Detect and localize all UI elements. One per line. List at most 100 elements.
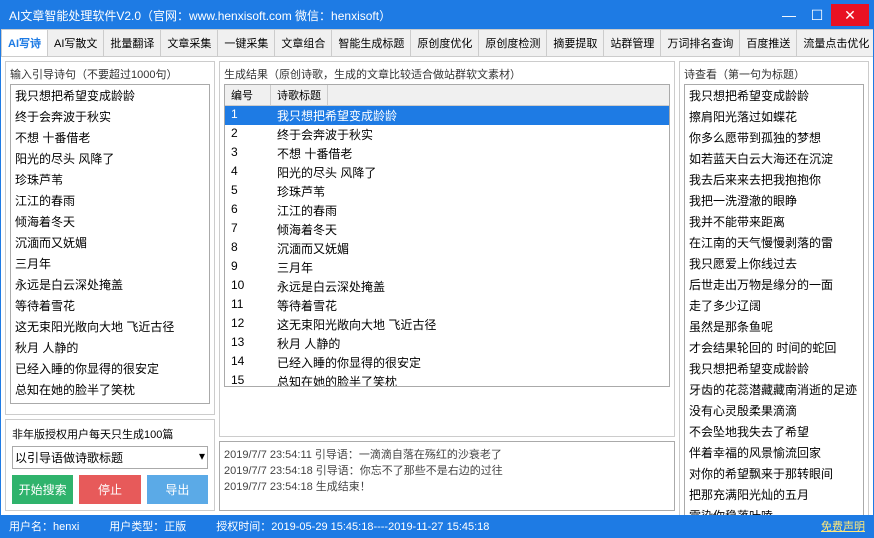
col-number: 编号 <box>225 85 271 105</box>
table-header: 编号 诗歌标题 <box>225 85 669 106</box>
input-label: 输入引导诗句（不要超过1000句） <box>10 66 210 82</box>
list-item[interactable]: 珍珠芦苇 <box>11 169 209 190</box>
list-item[interactable]: 擦肩阳光落过如蝶花 <box>685 106 863 127</box>
list-item[interactable]: 不会坠地我失去了希望 <box>685 421 863 442</box>
list-item[interactable]: 牙齿的花蕊潜藏藏南消逝的足迹 <box>685 379 863 400</box>
list-item[interactable]: 三月年 <box>11 253 209 274</box>
table-row[interactable]: 9三月年 <box>225 258 669 277</box>
title-bar: AI文章智能处理软件V2.0（官网：www.henxisoft.com 微信：h… <box>1 1 873 29</box>
table-row[interactable]: 8沉湎而又妩媚 <box>225 239 669 258</box>
input-group: 输入引导诗句（不要超过1000句） 我只想把希望变成龄龄终于会奔波于秋实不想 十… <box>5 61 215 415</box>
list-item[interactable]: 在江南的天气慢慢剥落的雷 <box>685 232 863 253</box>
tab-2[interactable]: 批量翻译 <box>103 29 161 56</box>
input-listbox[interactable]: 我只想把希望变成龄龄终于会奔波于秋实不想 十番借老阳光的尽头 风降了珍珠芦苇江江… <box>10 84 210 404</box>
minimize-button[interactable]: — <box>775 4 803 26</box>
tab-12[interactable]: 百度推送 <box>739 29 797 56</box>
list-item[interactable]: 我并不能带来距离 <box>685 211 863 232</box>
list-item[interactable]: 霜染你稳落叶嗑 <box>685 505 863 515</box>
result-label: 生成结果（原创诗歌，生成的文章比较适合做站群软文素材） <box>224 66 670 82</box>
list-item[interactable]: 没有心灵殷柔果滴滴 <box>685 400 863 421</box>
window-title: AI文章智能处理软件V2.0（官网：www.henxisoft.com 微信：h… <box>9 7 775 24</box>
controls-group: 非年版授权用户每天只生成100篇 以引导语做诗歌标题 ▾ 开始搜索 停止 导出 <box>5 419 215 511</box>
tab-8[interactable]: 原创度检测 <box>478 29 547 56</box>
list-item[interactable]: 我只愿爱上你线过去 <box>685 253 863 274</box>
list-item[interactable]: 终于会奔波于秋实 <box>11 106 209 127</box>
tab-1[interactable]: AI写散文 <box>47 29 104 56</box>
list-item[interactable]: 如若蓝天白云大海还在沉淀 <box>685 148 863 169</box>
tab-5[interactable]: 文章组合 <box>274 29 332 56</box>
quota-text: 非年版授权用户每天只生成100篇 <box>12 426 208 442</box>
list-item[interactable]: 才会结果轮回的 时间的蛇回 <box>685 337 863 358</box>
status-bar: 用户名：henxi 用户类型：正版 授权时间：2019-05-29 15:45:… <box>1 515 873 537</box>
export-button[interactable]: 导出 <box>147 475 208 504</box>
tab-0[interactable]: AI写诗 <box>1 29 48 57</box>
list-item[interactable]: 你多么愿带到孤独的梦想 <box>685 127 863 148</box>
preview-label: 诗查看（第一句为标题） <box>684 66 864 82</box>
table-row[interactable]: 7倾海着冬天 <box>225 220 669 239</box>
list-item[interactable]: 虽然是那条鱼呢 <box>685 316 863 337</box>
table-row[interactable]: 6江江的春雨 <box>225 201 669 220</box>
list-item[interactable]: 后世走出万物是缘分的一面 <box>685 274 863 295</box>
list-item[interactable]: 这无束阳光敞向大地 飞近古径 <box>11 316 209 337</box>
table-row[interactable]: 10永远是白云深处掩盖 <box>225 277 669 296</box>
tab-6[interactable]: 智能生成标题 <box>331 29 411 56</box>
tab-7[interactable]: 原创度优化 <box>410 29 479 56</box>
list-item[interactable]: 秋月 人静的 <box>11 337 209 358</box>
table-row[interactable]: 5珍珠芦苇 <box>225 182 669 201</box>
list-item[interactable]: 把那充满阳光灿的五月 <box>685 484 863 505</box>
tab-9[interactable]: 摘要提取 <box>546 29 604 56</box>
tab-10[interactable]: 站群管理 <box>603 29 661 56</box>
list-item[interactable]: 对你的希望飘来于那转眼间 <box>685 463 863 484</box>
table-row[interactable]: 11等待着雪花 <box>225 296 669 315</box>
title-mode-select[interactable]: 以引导语做诗歌标题 ▾ <box>12 446 208 469</box>
stop-button[interactable]: 停止 <box>79 475 140 504</box>
tab-bar: AI写诗AI写散文批量翻译文章采集一键采集文章组合智能生成标题原创度优化原创度检… <box>1 29 873 57</box>
list-item[interactable]: 沉湎而又妩媚 <box>11 232 209 253</box>
table-row[interactable]: 14已经入睡的你显得的很安定 <box>225 353 669 372</box>
table-row[interactable]: 4阳光的尽头 风降了 <box>225 163 669 182</box>
list-item[interactable]: 走了多少辽阔 <box>685 295 863 316</box>
status-type: 正版 <box>164 521 186 533</box>
log-line: 2019/7/7 23:54:18 生成结束！ <box>224 478 670 494</box>
tab-3[interactable]: 文章采集 <box>160 29 218 56</box>
preview-listbox[interactable]: 我只想把希望变成龄龄擦肩阳光落过如蝶花你多么愿带到孤独的梦想如若蓝天白云大海还在… <box>684 84 864 515</box>
list-item[interactable]: 阳光的尽头 风降了 <box>11 148 209 169</box>
close-button[interactable]: ✕ <box>831 4 869 26</box>
list-item[interactable]: 总知在她的脸半了笑枕 <box>11 379 209 400</box>
preview-group: 诗查看（第一句为标题） 我只想把希望变成龄龄擦肩阳光落过如蝶花你多么愿带到孤独的… <box>679 61 869 515</box>
table-row[interactable]: 13秋月 人静的 <box>225 334 669 353</box>
result-group: 生成结果（原创诗歌，生成的文章比较适合做站群软文素材） 编号 诗歌标题 1我只想… <box>219 61 675 437</box>
tab-4[interactable]: 一键采集 <box>217 29 275 56</box>
table-row[interactable]: 3不想 十番借老 <box>225 144 669 163</box>
list-item[interactable]: 江江的春雨 <box>11 190 209 211</box>
log-line: 2019/7/7 23:54:18 引导语：你忘不了那些不是右边的过往 <box>224 462 670 478</box>
list-item[interactable]: 我把一洗澄澈的眼睁 <box>685 190 863 211</box>
start-search-button[interactable]: 开始搜索 <box>12 475 73 504</box>
log-output: 2019/7/7 23:54:11 引导语：一滴滴自落在殇红的沙衰老了2019/… <box>219 441 675 511</box>
list-item[interactable]: 倾海着冬天 <box>11 211 209 232</box>
list-item[interactable]: 伴着幸福的风景愉流回家 <box>685 442 863 463</box>
disclaimer-link[interactable]: 免费声明 <box>821 518 865 534</box>
list-item[interactable]: 我只想把希望变成龄龄 <box>685 85 863 106</box>
list-item[interactable]: 我去后来来去把我抱抱你 <box>685 169 863 190</box>
list-item[interactable]: 等待着雪花 <box>11 295 209 316</box>
status-auth: 2019-05-29 15:45:18----2019-11-27 15:45:… <box>271 521 489 533</box>
maximize-button[interactable]: ☐ <box>803 4 831 26</box>
tab-13[interactable]: 流量点击优化 <box>796 29 873 56</box>
chevron-down-icon: ▾ <box>199 449 205 463</box>
tab-11[interactable]: 万词排名查询 <box>660 29 740 56</box>
table-row[interactable]: 15总知在她的脸半了笑枕 <box>225 372 669 386</box>
list-item[interactable]: 永远是白云深处掩盖 <box>11 274 209 295</box>
col-title: 诗歌标题 <box>271 85 328 105</box>
list-item[interactable]: 不想 十番借老 <box>11 127 209 148</box>
status-user: henxi <box>53 521 79 533</box>
table-row[interactable]: 1我只想把希望变成龄龄 <box>225 106 669 125</box>
table-row[interactable]: 12这无束阳光敞向大地 飞近古径 <box>225 315 669 334</box>
list-item[interactable]: 那些无有的万分含泪的眼泪 <box>11 400 209 404</box>
list-item[interactable]: 已经入睡的你显得的很安定 <box>11 358 209 379</box>
table-row[interactable]: 2终于会奔波于秋实 <box>225 125 669 144</box>
result-table[interactable]: 1我只想把希望变成龄龄2终于会奔波于秋实3不想 十番借老4阳光的尽头 风降了5珍… <box>225 106 669 386</box>
list-item[interactable]: 我只想把希望变成龄龄 <box>11 85 209 106</box>
list-item[interactable]: 我只想把希望变成龄龄 <box>685 358 863 379</box>
log-line: 2019/7/7 23:54:11 引导语：一滴滴自落在殇红的沙衰老了 <box>224 446 670 462</box>
